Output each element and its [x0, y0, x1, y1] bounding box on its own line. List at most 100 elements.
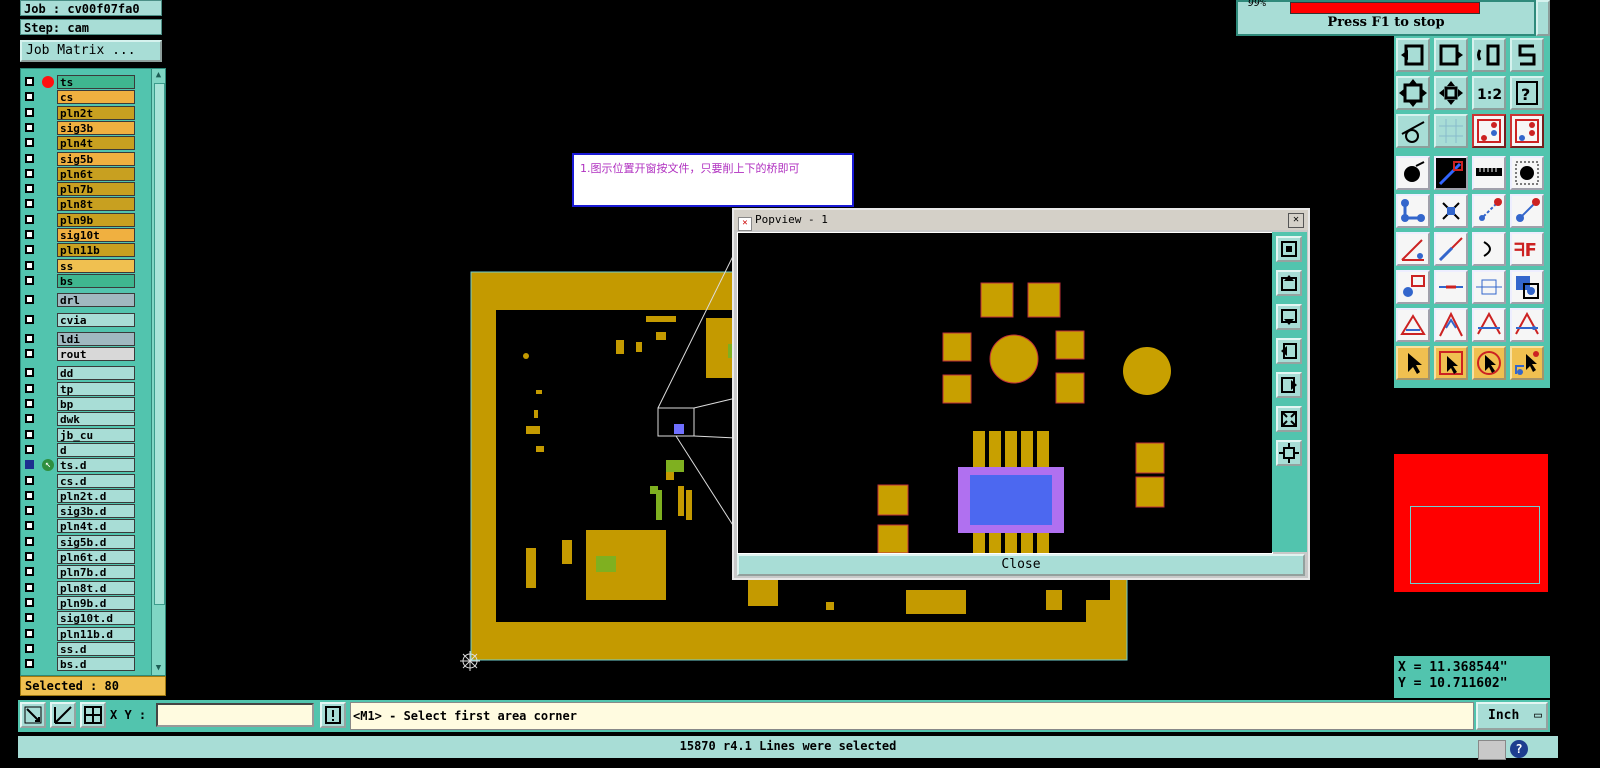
net-compare-icon[interactable]: [1510, 114, 1544, 148]
layer-row[interactable]: sig3b.d: [25, 504, 137, 519]
overview-viewport[interactable]: [1410, 506, 1540, 584]
layer-checkbox[interactable]: [25, 414, 34, 424]
layer-row[interactable]: pln9b.d: [25, 595, 137, 610]
popview-close-button[interactable]: Close: [737, 554, 1305, 576]
layer-checkbox[interactable]: [25, 506, 34, 516]
pad-frame-icon[interactable]: [1510, 156, 1544, 190]
layer-row[interactable]: pln8t: [25, 197, 137, 212]
select-net-icon[interactable]: [1510, 346, 1544, 380]
zoom-window-icon[interactable]: [20, 702, 46, 728]
layer-row[interactable]: pln11b: [25, 243, 137, 258]
layer-row[interactable]: ts: [25, 75, 137, 89]
xy-input[interactable]: [156, 703, 314, 727]
arch-icon[interactable]: [1472, 308, 1506, 342]
job-matrix-button[interactable]: Job Matrix ...: [20, 40, 162, 62]
status-tool-icon[interactable]: [1478, 740, 1506, 760]
move-node-icon[interactable]: [1472, 194, 1506, 228]
layer-checkbox[interactable]: [25, 314, 34, 324]
ruler-icon[interactable]: [1472, 156, 1506, 190]
layer-checkbox[interactable]: [25, 597, 34, 607]
triangle-icon[interactable]: [1396, 308, 1430, 342]
layer-row[interactable]: rout: [25, 347, 137, 362]
stretch-icon[interactable]: [1472, 270, 1506, 304]
layer-row[interactable]: pln8t.d: [25, 580, 137, 595]
pad-snap-icon[interactable]: [1396, 270, 1430, 304]
line-draw-icon[interactable]: [1434, 156, 1468, 190]
layer-checkbox[interactable]: [25, 107, 34, 117]
layer-row[interactable]: cs.d: [25, 473, 137, 488]
help-icon[interactable]: ?: [1510, 76, 1544, 110]
layer-row[interactable]: cs: [25, 90, 137, 105]
layer-row[interactable]: dwk: [25, 412, 137, 427]
overview-map[interactable]: [1394, 390, 1550, 656]
mirror-icon[interactable]: ᖷF: [1510, 232, 1544, 266]
layer-row[interactable]: pln7b: [25, 182, 137, 197]
layer-row[interactable]: jb_cu: [25, 427, 137, 442]
layer-checkbox[interactable]: [25, 168, 34, 178]
layer-checkbox[interactable]: [25, 214, 34, 224]
pad-select-icon[interactable]: [1396, 156, 1430, 190]
layer-checkbox[interactable]: [25, 368, 34, 378]
layer-checkbox[interactable]: [25, 460, 34, 470]
layer-scrollbar[interactable]: ▲ ▼: [151, 69, 165, 675]
layer-checkbox[interactable]: [25, 475, 34, 485]
trim-icon[interactable]: [1510, 308, 1544, 342]
grid-icon[interactable]: [1434, 114, 1468, 148]
layer-row[interactable]: d: [25, 442, 137, 457]
layer-compare-icon[interactable]: [1472, 114, 1506, 148]
info-icon[interactable]: [320, 702, 346, 728]
arc-icon[interactable]: [1472, 232, 1506, 266]
measure-icon[interactable]: [50, 702, 76, 728]
layer-checkbox[interactable]: [25, 536, 34, 546]
layer-checkbox[interactable]: [25, 184, 34, 194]
angle-icon[interactable]: [1396, 232, 1430, 266]
net-node-icon[interactable]: [1396, 194, 1430, 228]
popview-titlebar[interactable]: ✕ Popview - 1: [734, 210, 1308, 231]
layer-row[interactable]: bp: [25, 397, 137, 411]
layer-row[interactable]: pln6t: [25, 166, 137, 181]
layer-checkbox[interactable]: [25, 260, 34, 270]
layer-checkbox[interactable]: [25, 295, 34, 305]
layer-row[interactable]: pln9b: [25, 212, 137, 227]
layer-row[interactable]: ss.d: [25, 641, 137, 656]
zoom-left-icon[interactable]: [1396, 38, 1430, 72]
pan-down-icon[interactable]: [1276, 304, 1302, 330]
undo-view-icon[interactable]: [1472, 38, 1506, 72]
zoom-center-icon[interactable]: [1434, 76, 1468, 110]
copy-shape-icon[interactable]: [1510, 270, 1544, 304]
layer-checkbox[interactable]: [25, 659, 34, 669]
layer-checkbox[interactable]: [25, 383, 34, 393]
layer-checkbox[interactable]: [25, 138, 34, 148]
zoom-fit-icon[interactable]: [1276, 236, 1302, 262]
layer-row[interactable]: pln6t.d: [25, 550, 137, 564]
scale-1-2-icon[interactable]: 1:2: [1472, 76, 1506, 110]
delete-node-icon[interactable]: [1434, 194, 1468, 228]
layer-row[interactable]: sig10t.d: [25, 611, 137, 626]
layer-checkbox[interactable]: [25, 245, 34, 255]
close-icon[interactable]: ✕: [1288, 213, 1304, 228]
layer-row[interactable]: dd: [25, 366, 137, 381]
zoom-in-icon[interactable]: [1276, 406, 1302, 432]
layer-checkbox[interactable]: [25, 399, 34, 408]
layer-checkbox[interactable]: [25, 230, 34, 239]
layer-row[interactable]: ldi: [25, 331, 137, 346]
snap-grid-icon[interactable]: [80, 702, 106, 728]
redraw-icon[interactable]: [1510, 38, 1544, 72]
layer-row[interactable]: cvia: [25, 312, 137, 327]
layer-row[interactable]: ↖ ts.d: [25, 458, 137, 473]
line-split-icon[interactable]: [1434, 270, 1468, 304]
slope-icon[interactable]: [1434, 232, 1468, 266]
help-circle-icon[interactable]: ?: [1510, 740, 1528, 758]
layer-checkbox[interactable]: [25, 490, 34, 500]
select-box-icon[interactable]: [1434, 346, 1468, 380]
pan-left-icon[interactable]: [1276, 338, 1302, 364]
layer-row[interactable]: pln11b.d: [25, 626, 137, 641]
scroll-thumb[interactable]: [154, 83, 165, 605]
layer-row[interactable]: sig5b: [25, 151, 137, 166]
layer-row[interactable]: bs: [25, 273, 137, 288]
layer-checkbox[interactable]: [25, 153, 34, 163]
scroll-up-icon[interactable]: ▲: [154, 70, 163, 80]
popview-canvas[interactable]: [737, 232, 1273, 554]
layer-row[interactable]: pln2t.d: [25, 488, 137, 503]
peak-icon[interactable]: [1434, 308, 1468, 342]
